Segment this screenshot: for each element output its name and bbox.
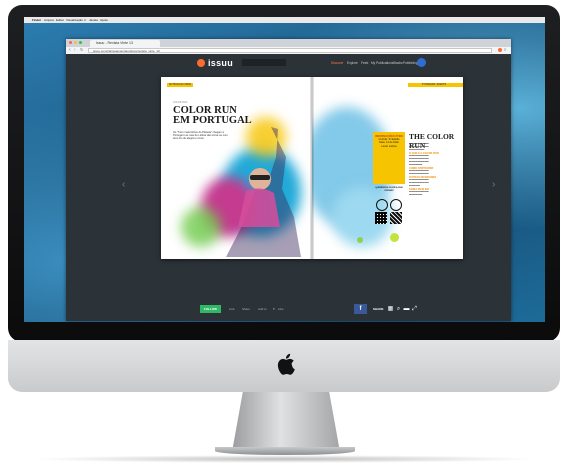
magazine-spread[interactable]: NOTÍCIAS DA VINTE COLOR RUN COLOR RUN EM… — [161, 77, 463, 259]
facebook-share-button[interactable]: f — [354, 304, 367, 314]
qr-code-icon — [375, 212, 387, 224]
address-bar[interactable]: issuu.com/clarissamanzano/docs/revista_v… — [88, 48, 492, 53]
follow-button[interactable]: FOLLOW — [200, 305, 221, 313]
issuu-header — [66, 54, 511, 71]
menubar-item-editar[interactable]: Editar — [56, 18, 64, 22]
menubar-item-finder[interactable]: Finder — [32, 18, 41, 22]
kicker: COLOR RUN — [173, 101, 188, 104]
menubar-item-arquivo[interactable]: Arquivo — [44, 18, 54, 22]
phone-icon — [390, 199, 402, 211]
nav-feed[interactable]: Feed — [361, 61, 368, 65]
next-page-icon[interactable]: › — [492, 179, 495, 190]
heart-icon[interactable]: ♥ — [273, 307, 275, 311]
reload-icon[interactable]: ↻ — [80, 47, 83, 52]
paint-dot — [390, 233, 399, 242]
nav-stacks[interactable]: Stacks — [393, 61, 403, 65]
menu-icon[interactable]: ≡ — [504, 47, 506, 52]
paint-dot — [357, 237, 363, 243]
camera-icon — [376, 199, 388, 211]
grid-view-icon[interactable]: ▦ — [387, 305, 394, 313]
imac-foot — [215, 447, 355, 455]
like-button[interactable]: Like — [278, 307, 284, 311]
zoom-window-icon[interactable] — [79, 41, 82, 44]
print-icon[interactable]: ▬ — [403, 305, 410, 313]
paint-splash-green — [181, 207, 221, 247]
nav-discover[interactable]: Discover — [331, 61, 343, 65]
mac-menubar: Finder Arquivo Editar Visualização Ir Ja… — [24, 17, 545, 23]
reader-toolbar — [66, 298, 511, 321]
menubar-item-ajuda[interactable]: Ajuda — [100, 18, 108, 22]
right-text-column: ▬▬▬▬▬▬▬▬▬ ▬▬▬▬▬▬▬▬▬ ▬▬▬▬▬▬▬ O QUE É A COLO… — [409, 143, 457, 197]
forward-icon[interactable]: › — [74, 47, 76, 53]
body-text: ▬▬▬▬▬▬▬▬▬ ▬▬▬▬▬▬ — [409, 191, 429, 196]
runner-photo — [226, 127, 301, 257]
browser-window: Issuu - Revista Vinte 13 ‹ › ↻ ≡ issuu.c… — [66, 39, 511, 321]
menubar-item-janela[interactable]: Janela — [89, 18, 98, 22]
back-icon[interactable]: ‹ — [69, 47, 71, 53]
apple-logo-icon — [277, 353, 295, 375]
extension-icon[interactable] — [498, 48, 502, 52]
qr-caption: QUEREMOS OUVIR A SUA OPINIÃO — [375, 187, 403, 192]
left-page: NOTÍCIAS DA VINTE COLOR RUN COLOR RUN EM… — [161, 77, 312, 259]
imac-stand — [232, 392, 340, 452]
article-title: COLOR RUN EM PORTUGAL — [173, 105, 252, 126]
nav-my-publications[interactable]: My Publications — [371, 61, 393, 65]
close-window-icon[interactable] — [69, 41, 72, 44]
share-label[interactable]: SHARE — [373, 307, 384, 311]
article-lede: Os "5 km mais felizes do Planeta" chegam… — [173, 131, 228, 141]
right-section-tag: PT BRANDS / EVENTS — [420, 83, 449, 87]
info-line: Local: Lisboa — [381, 144, 397, 148]
body-text: ▬▬▬▬▬▬▬▬▬ ▬▬▬▬▬▬▬▬▬ ▬▬▬▬▬ — [409, 179, 429, 187]
right-page: PT BRANDS / EVENTS INFORMAÇÕES ÚTEIS Cor… — [312, 77, 463, 259]
imac-screen: Finder Arquivo Editar Visualização Ir Ja… — [24, 17, 545, 322]
zoom-icon[interactable]: ⌕ — [395, 305, 402, 313]
body-text: ▬▬▬▬▬▬▬▬▬ ▬▬▬▬▬▬▬▬▬ ▬▬▬▬▬▬▬ — [409, 143, 429, 151]
search-input[interactable] — [242, 59, 286, 66]
nav-explore[interactable]: Explore — [347, 61, 358, 65]
previous-page-icon[interactable]: ‹ — [122, 179, 125, 190]
menubar-item-visualizacao[interactable]: Visualização — [66, 18, 83, 22]
desk-shadow — [30, 455, 540, 463]
share-button[interactable]: Share — [242, 307, 250, 311]
menubar-item-ir[interactable]: Ir — [84, 18, 86, 22]
minimize-window-icon[interactable] — [74, 41, 77, 44]
issuu-logo[interactable]: issuu — [208, 58, 233, 68]
qr-code-icon — [390, 212, 402, 224]
issuu-logo-icon[interactable] — [197, 59, 205, 67]
page-spine — [310, 77, 314, 259]
body-text: ▬▬▬▬▬▬▬▬▬ ▬▬▬▬▬▬▬▬▬ ▬▬▬▬▬▬▬▬▬ ▬▬▬▬▬▬ — [409, 155, 429, 166]
info-box: INFORMAÇÕES ÚTEIS Corrida: 3ª Edição Dat… — [373, 132, 405, 184]
browser-tab[interactable]: Issuu - Revista Vinte 13 — [90, 40, 160, 47]
nav-publishing[interactable]: Publishing — [403, 61, 418, 65]
browser-tabstrip: Issuu - Revista Vinte 13 — [66, 39, 511, 47]
section-tag: NOTÍCIAS DA VINTE — [167, 83, 193, 87]
add-to-button[interactable]: Add to — [258, 307, 267, 311]
link-button[interactable]: Link — [229, 307, 235, 311]
avatar[interactable] — [417, 58, 426, 67]
fullscreen-icon[interactable]: ⤢ — [411, 305, 418, 313]
